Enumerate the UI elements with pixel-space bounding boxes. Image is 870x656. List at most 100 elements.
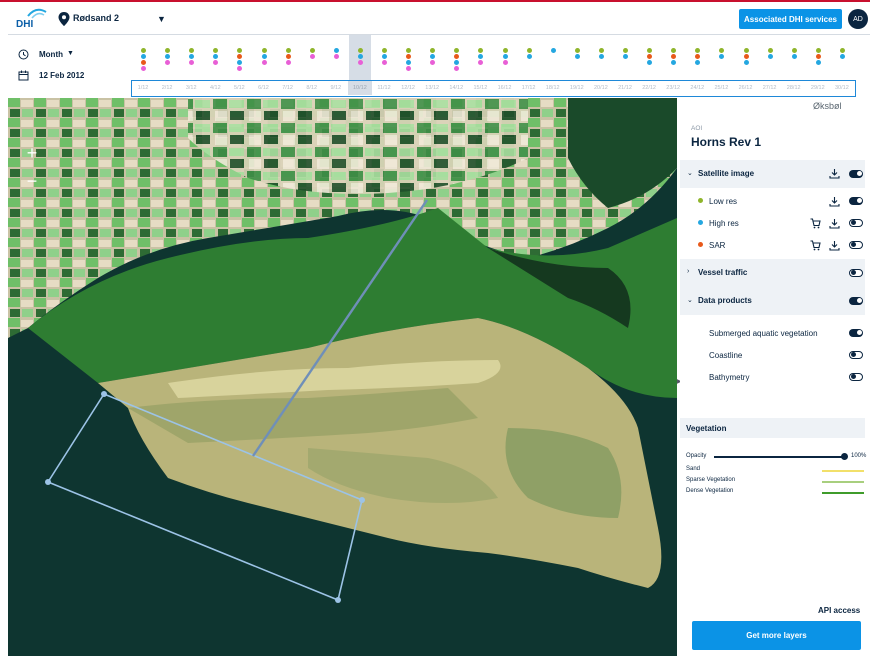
image-availability-dot[interactable] (695, 60, 701, 65)
image-availability-dot[interactable] (285, 48, 291, 53)
image-availability-dot[interactable] (767, 48, 773, 53)
image-availability-dot[interactable] (406, 54, 412, 59)
download-icon[interactable] (829, 240, 840, 251)
image-availability-dot[interactable] (791, 48, 797, 53)
chevron-right-icon[interactable]: › (687, 268, 689, 275)
image-availability-dot[interactable] (478, 60, 484, 65)
location-dropdown-icon[interactable]: ▼ (157, 14, 166, 24)
image-availability-dot[interactable] (285, 60, 291, 65)
image-availability-dot[interactable] (839, 54, 845, 59)
cart-icon[interactable] (810, 240, 821, 251)
image-availability-dot[interactable] (430, 60, 436, 65)
image-availability-dot[interactable] (454, 60, 460, 65)
image-availability-dot[interactable] (743, 54, 749, 59)
associated-services-button[interactable]: Associated DHI services (739, 9, 842, 29)
image-availability-dot[interactable] (406, 48, 412, 53)
image-availability-dot[interactable] (743, 48, 749, 53)
map-view[interactable]: + − (8, 98, 677, 656)
image-availability-dot[interactable] (406, 60, 412, 65)
image-availability-dot[interactable] (502, 60, 508, 65)
dhi-logo[interactable]: DHI (14, 6, 50, 30)
image-availability-dot[interactable] (189, 54, 195, 59)
satellite-layer-row[interactable]: High res (680, 212, 865, 234)
vessel-traffic-section[interactable]: › Vessel traffic (680, 259, 865, 287)
image-availability-dot[interactable] (357, 54, 363, 59)
image-availability-dot[interactable] (285, 54, 291, 59)
zoom-in-button[interactable]: + (21, 142, 43, 164)
image-availability-dot[interactable] (695, 54, 701, 59)
image-availability-dot[interactable] (526, 48, 532, 53)
image-availability-dot[interactable] (550, 48, 556, 53)
image-availability-dot[interactable] (141, 66, 146, 71)
selected-date[interactable]: 12 Feb 2012 (39, 71, 84, 80)
image-availability-dot[interactable] (454, 66, 460, 71)
image-availability-dot[interactable] (261, 54, 267, 59)
image-availability-dot[interactable] (333, 54, 339, 59)
image-availability-dot[interactable] (189, 48, 195, 53)
image-availability-dot[interactable] (333, 48, 339, 53)
get-more-layers-button[interactable]: Get more layers (692, 621, 861, 650)
image-availability-dot[interactable] (695, 48, 701, 53)
image-availability-dot[interactable] (671, 54, 677, 59)
layer-toggle[interactable] (849, 219, 863, 227)
image-availability-dot[interactable] (791, 54, 797, 59)
image-availability-dot[interactable] (839, 48, 845, 53)
image-availability-dot[interactable] (430, 48, 436, 53)
image-availability-dot[interactable] (815, 60, 821, 65)
period-dropdown-icon[interactable]: ▼ (67, 50, 74, 57)
image-availability-dot[interactable] (382, 54, 387, 59)
opacity-slider-handle[interactable] (841, 453, 848, 460)
image-availability-dot[interactable] (502, 54, 508, 59)
layer-toggle[interactable] (849, 241, 863, 249)
satellite-image-section[interactable]: ⌄ Satellite image (680, 160, 865, 188)
image-availability-dot[interactable] (671, 60, 677, 65)
image-availability-dot[interactable] (454, 54, 460, 59)
layer-toggle[interactable] (849, 197, 863, 205)
download-icon[interactable] (829, 168, 840, 179)
image-availability-dot[interactable] (574, 48, 580, 53)
period-select[interactable]: Month (39, 50, 63, 59)
image-availability-dot[interactable] (237, 48, 243, 53)
image-availability-dot[interactable] (815, 48, 821, 53)
chevron-down-icon[interactable]: ⌄ (687, 296, 693, 304)
image-availability-dot[interactable] (647, 60, 653, 65)
image-availability-dot[interactable] (430, 54, 436, 59)
image-availability-dot[interactable] (574, 54, 580, 59)
data-product-row[interactable]: Coastline (680, 344, 865, 366)
image-availability-dot[interactable] (237, 66, 243, 71)
image-availability-dot[interactable] (454, 48, 460, 53)
data-product-toggle[interactable] (849, 373, 863, 381)
image-availability-dot[interactable] (309, 54, 315, 59)
image-availability-dot[interactable] (357, 48, 363, 53)
data-product-row[interactable]: Submerged aquatic vegetation (680, 322, 865, 344)
image-availability-dot[interactable] (767, 54, 773, 59)
image-availability-dot[interactable] (478, 54, 484, 59)
image-availability-dot[interactable] (647, 54, 653, 59)
data-products-section[interactable]: ⌄ Data products (680, 287, 865, 315)
download-icon[interactable] (829, 196, 840, 207)
image-availability-dot[interactable] (406, 66, 412, 71)
image-availability-dot[interactable] (623, 54, 628, 59)
image-availability-dot[interactable] (237, 54, 243, 59)
user-avatar[interactable]: AD (848, 9, 868, 29)
image-availability-dot[interactable] (237, 60, 243, 65)
satellite-layer-row[interactable]: Low res (680, 190, 865, 212)
image-availability-dot[interactable] (141, 60, 146, 65)
image-availability-dot[interactable] (213, 48, 219, 53)
data-product-row[interactable]: Bathymetry (680, 366, 865, 388)
image-availability-dot[interactable] (719, 48, 725, 53)
image-availability-dot[interactable] (719, 54, 725, 59)
download-icon[interactable] (829, 218, 840, 229)
image-availability-dot[interactable] (141, 48, 146, 53)
satellite-map[interactable] (8, 98, 677, 656)
zoom-out-button[interactable]: − (21, 170, 43, 192)
satellite-image-toggle[interactable] (849, 170, 863, 178)
cart-icon[interactable] (810, 218, 821, 229)
image-availability-dot[interactable] (261, 60, 267, 65)
image-availability-dot[interactable] (502, 48, 508, 53)
image-availability-dot[interactable] (647, 48, 653, 53)
image-availability-dot[interactable] (478, 48, 484, 53)
image-availability-dot[interactable] (671, 48, 677, 53)
location-name[interactable]: Rødsand 2 (73, 13, 119, 23)
image-availability-dot[interactable] (165, 54, 171, 59)
